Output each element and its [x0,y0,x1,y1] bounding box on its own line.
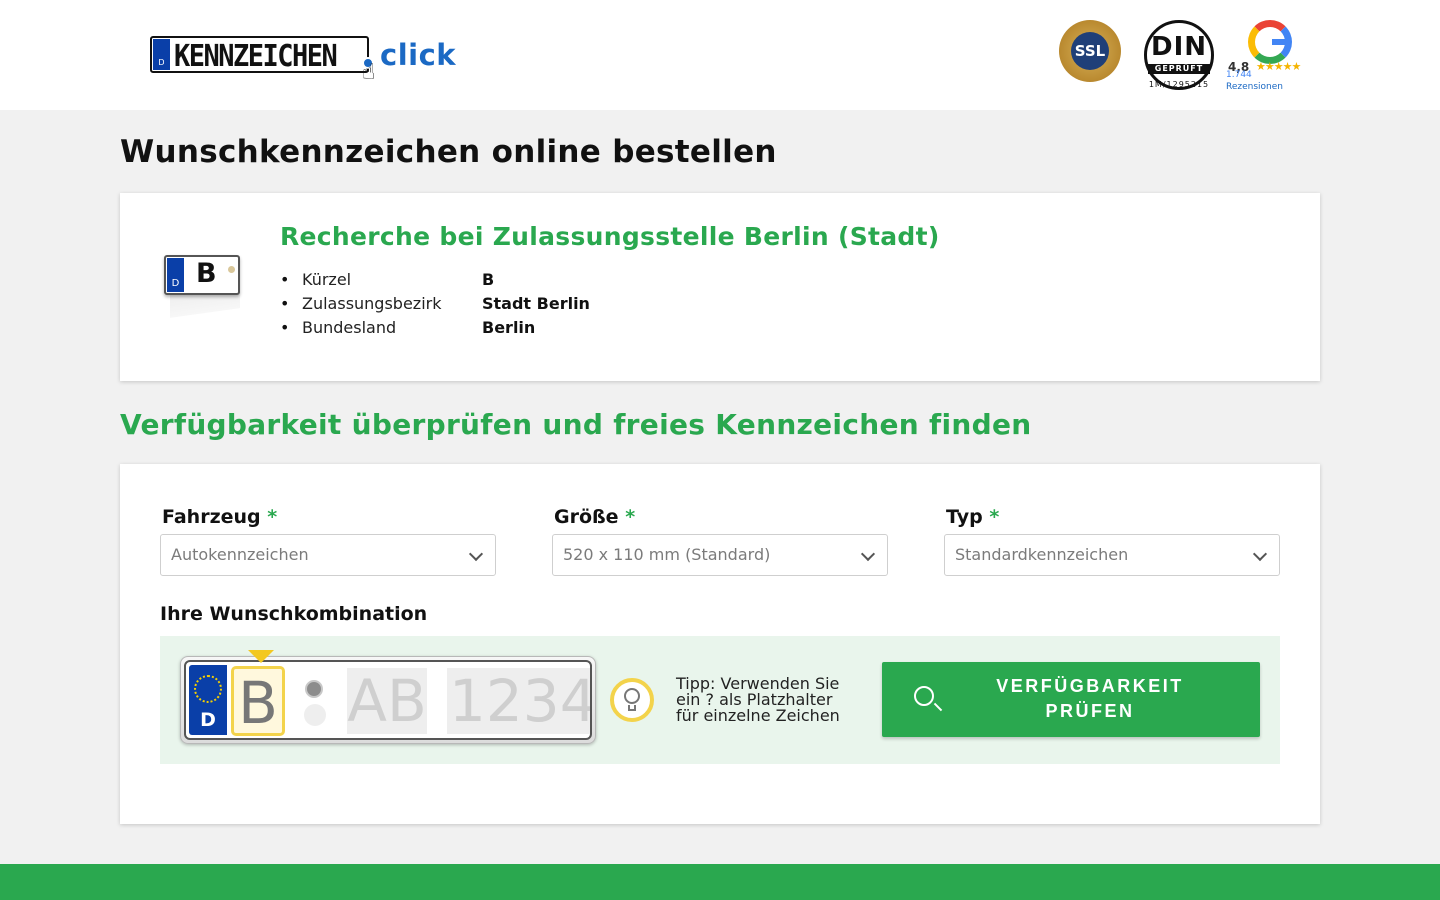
site-logo[interactable]: D KENNZEICHEN ☝ click [150,36,460,86]
fahrzeug-select-value: Autokennzeichen [171,545,309,564]
plate-country-code: D [200,709,216,731]
logo-eu-band: D [153,39,170,70]
plate-frame: D B AB 1234 [184,650,592,740]
mini-plate-body: D B [164,255,240,295]
placeholder-tip: Tipp: Verwenden Sie ein ? als Platzhalte… [676,674,840,725]
typ-label: Typ * [946,506,999,528]
review-count: 1.744 [1226,70,1252,80]
footer-band [0,864,1440,900]
plate-letters-input[interactable]: AB [347,668,427,734]
plate-numbers-input[interactable]: 1234 [447,668,590,734]
typ-select-value: Standardkennzeichen [955,545,1129,564]
office-detail-kuerzel: Kürzel B [280,269,590,293]
page-title: Wunschkennzeichen online bestellen [120,134,777,170]
lightbulb-icon [610,678,654,722]
groesse-select[interactable]: 520 x 110 mm (Standard) [552,534,888,576]
fahrzeug-label-text: Fahrzeug [162,506,261,528]
fahrzeug-label: Fahrzeug * [162,506,277,528]
check-availability-button[interactable]: VERFÜGBARKEIT PRÜFEN [882,662,1260,737]
mini-plate-letter: B [196,258,217,289]
search-icon [914,686,934,706]
detail-value: B [482,270,495,289]
ssl-label: SSL [1071,32,1109,70]
chevron-down-icon [468,546,484,562]
registration-office-card: D B Recherche bei Zulassungsstelle Berli… [120,193,1320,381]
detail-key: Kürzel [302,270,352,289]
logo-plate: D KENNZEICHEN [150,36,369,74]
active-field-pointer-icon [248,650,274,663]
required-marker: * [267,506,278,528]
din-title: DIN [1150,32,1207,62]
typ-label-text: Typ [946,506,983,528]
plate-eu-band: D [189,665,227,735]
bulb-glass [624,688,640,704]
check-availability-label: VERFÜGBARKEIT PRÜFEN [996,676,1184,721]
detail-value: Stadt Berlin [482,294,590,313]
logo-suffix: click [380,38,457,72]
detail-value: Berlin [482,318,536,337]
typ-select[interactable]: Standardkennzeichen [944,534,1280,576]
combination-panel: D B AB 1234 Tipp: Verwenden Sie ein ? al… [160,636,1280,764]
mini-plate-seal [228,266,235,273]
office-details-list: Kürzel B Zulassungsbezirk Stadt Berlin Bun… [280,269,590,341]
office-detail-bezirk: Zulassungsbezirk Stadt Berlin [280,293,590,317]
office-title: Recherche bei Zulassungsstelle Berlin (S… [280,222,940,251]
availability-heading: Verfügbarkeit überprüfen und freies Kenn… [120,408,1032,441]
eu-stars-icon [194,675,222,703]
detail-key: Bundesland [302,318,397,337]
mini-plate-eu-band: D [167,258,184,292]
chevron-down-icon [860,546,876,562]
din-number: 1M/1295215 [1148,80,1210,89]
fahrzeug-select[interactable]: Autokennzeichen [160,534,496,576]
detail-key: Zulassungsbezirk [302,294,442,313]
logo-plate-text: KENNZEICHEN [174,39,338,74]
groesse-label-text: Größe [554,506,619,528]
groesse-select-value: 520 x 110 mm (Standard) [563,545,771,564]
reviews-link[interactable]: Rezensionen [1226,82,1283,92]
google-logo-bar [1272,39,1290,45]
bulb-base [628,705,636,711]
google-reviews-badge[interactable]: 4,8 ★★★★★ 1.744 Rezensionen [1226,20,1326,98]
star-rating-icon: ★★★★★ [1256,60,1301,73]
office-detail-bundesland: Bundesland Berlin [280,317,590,341]
registration-seal-icon [305,680,323,698]
plate-city-field[interactable]: B [231,666,285,737]
din-subtitle: GEPRÜFT [1148,64,1210,74]
license-plate-icon: D B [164,255,240,318]
license-plate-input: D B AB 1234 [180,650,596,744]
required-marker: * [989,506,1000,528]
combination-label: Ihre Wunschkombination [160,603,428,625]
din-certified-badge: DIN GEPRÜFT 1M/1295215 [1142,18,1216,92]
chevron-down-icon [1252,546,1268,562]
ssl-security-badge: SSL [1059,20,1121,82]
availability-search-card: Fahrzeug * Autokennzeichen Größe * 520 x… [120,464,1320,824]
site-header: D KENNZEICHEN ☝ click SSL DIN GEPRÜFT 1M… [0,0,1440,110]
inspection-seal-icon [304,704,326,726]
hand-cursor-icon: ☝ [362,60,376,85]
required-marker: * [625,506,636,528]
groesse-label: Größe * [554,506,635,528]
